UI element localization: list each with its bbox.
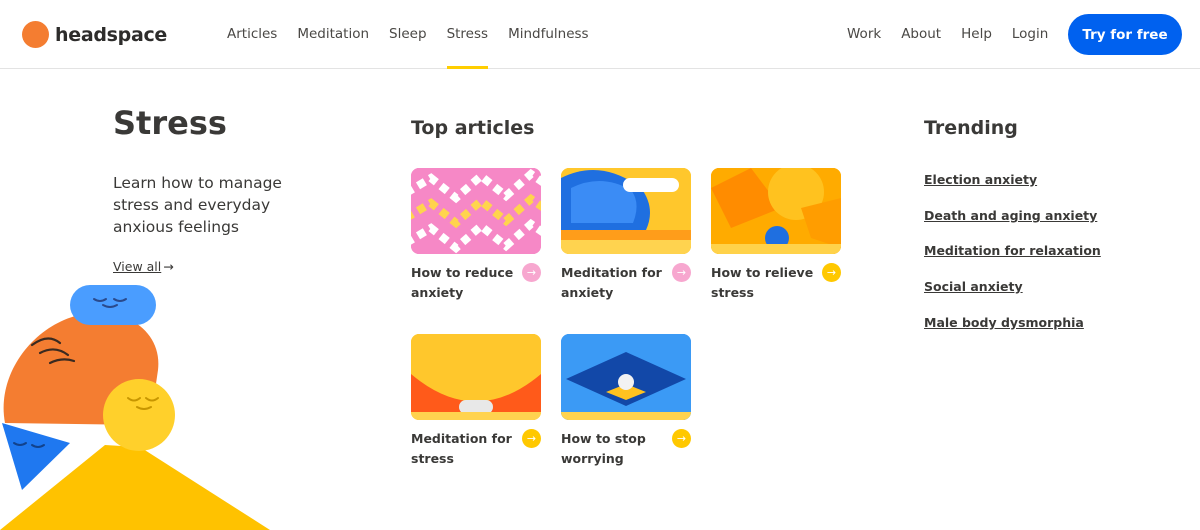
primary-nav: Articles Meditation Sleep Stress Mindful… — [227, 26, 609, 69]
trending-title: Trending — [924, 117, 1018, 139]
article-thumbnail[interactable] — [561, 168, 691, 254]
yellow-bowl-illustration — [411, 334, 541, 420]
nav-about[interactable]: About — [901, 26, 941, 69]
article-label[interactable]: How to reduce anxiety — [411, 263, 516, 303]
page-description: Learn how to manage stress and everyday … — [113, 174, 282, 236]
arrow-right-icon[interactable]: → — [672, 429, 691, 448]
article-label[interactable]: How to stop worrying — [561, 429, 666, 469]
logo-text: headspace — [55, 23, 168, 46]
nav-help[interactable]: Help — [961, 26, 992, 69]
site-header: headspace Articles Meditation Sleep Stre… — [0, 0, 1200, 69]
article-card[interactable]: Meditation for anxiety → — [561, 168, 691, 300]
logo-dot-icon — [22, 21, 49, 48]
arrow-right-icon[interactable]: → — [822, 263, 841, 282]
nav-articles[interactable]: Articles — [227, 26, 277, 69]
yellow-circle-character — [103, 379, 175, 451]
trending-link[interactable]: Meditation for relaxation — [924, 243, 1101, 258]
top-articles-title: Top articles — [411, 117, 535, 139]
nav-work[interactable]: Work — [847, 26, 881, 69]
article-label[interactable]: How to relieve stress — [711, 263, 816, 303]
article-thumbnail[interactable] — [411, 168, 541, 254]
orange-shapes-illustration — [711, 168, 841, 254]
article-label[interactable]: Meditation for anxiety — [561, 263, 666, 303]
blue-pill-character — [70, 285, 156, 325]
arrow-right-icon[interactable]: → — [522, 263, 541, 282]
article-thumbnail[interactable] — [711, 168, 841, 254]
blue-wave-illustration — [561, 168, 691, 254]
pink-zigzag-illustration — [411, 168, 541, 254]
article-thumbnail[interactable] — [411, 334, 541, 420]
trending-link[interactable]: Male body dysmorphia — [924, 315, 1084, 330]
trending-link[interactable]: Death and aging anxiety — [924, 208, 1097, 223]
view-all-link[interactable]: View all → — [113, 259, 174, 274]
nav-login[interactable]: Login — [1012, 26, 1048, 69]
arrow-right-icon[interactable]: → — [672, 263, 691, 282]
try-for-free-button[interactable]: Try for free — [1068, 14, 1182, 55]
secondary-nav: Work About Help Login — [847, 26, 1068, 69]
article-card[interactable]: How to stop worrying → — [561, 334, 691, 466]
stacked-characters-illustration — [0, 285, 270, 530]
nav-meditation[interactable]: Meditation — [297, 26, 369, 69]
article-card[interactable]: How to relieve stress → — [711, 168, 841, 300]
arrow-right-icon[interactable]: → — [522, 429, 541, 448]
blue-diamond-illustration — [561, 334, 691, 420]
article-thumbnail[interactable] — [561, 334, 691, 420]
article-card[interactable]: How to reduce anxiety → — [411, 168, 541, 300]
page-title: Stress — [113, 104, 227, 142]
article-label[interactable]: Meditation for stress — [411, 429, 516, 469]
article-card[interactable]: Meditation for stress → — [411, 334, 541, 466]
arrow-right-icon: → — [163, 259, 174, 274]
trending-link[interactable]: Election anxiety — [924, 172, 1037, 187]
nav-mindfulness[interactable]: Mindfulness — [508, 26, 589, 69]
nav-stress[interactable]: Stress — [446, 26, 488, 69]
blue-triangle-character — [2, 423, 70, 490]
trending-link[interactable]: Social anxiety — [924, 279, 1023, 294]
headspace-logo[interactable]: headspace — [22, 21, 167, 48]
view-all-label: View all — [113, 259, 162, 274]
nav-sleep[interactable]: Sleep — [389, 26, 427, 69]
